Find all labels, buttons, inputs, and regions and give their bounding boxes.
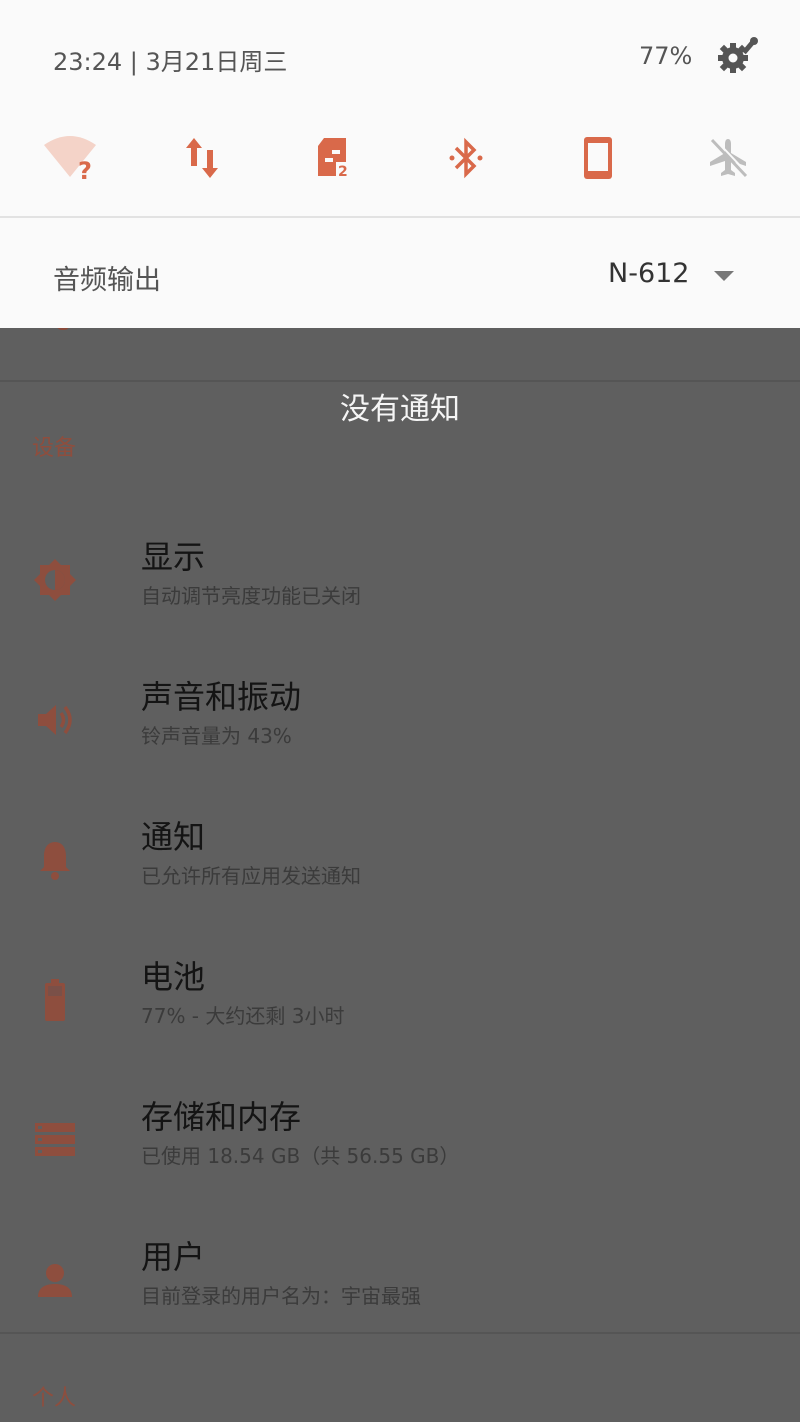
settings-gear-icon[interactable] (716, 36, 760, 76)
quick-tiles-row: ? 2 (0, 128, 800, 188)
wifi-unknown-icon[interactable]: ? (40, 128, 100, 188)
bell-icon (32, 837, 78, 883)
settings-item-title: 存储和内存 (141, 1098, 302, 1136)
no-notifications-text: 没有通知 (340, 392, 460, 427)
status-time-date: 23:24 | 3月21日周三 (53, 48, 288, 76)
settings-item-summary: 77% - 大约还剩 3小时 (141, 1004, 345, 1028)
user-icon (32, 1257, 78, 1303)
sim-card-icon[interactable]: 2 (304, 128, 364, 188)
svg-text:2: 2 (338, 164, 348, 180)
phone-portrait-icon[interactable] (568, 128, 628, 188)
quick-settings-panel: 23:24 | 3月21日周三 77% ? 2 音频输出 N-612 (0, 0, 800, 328)
audio-output-value[interactable]: N-612 (608, 258, 689, 289)
settings-item-summary: 已使用 18.54 GB（共 56.55 GB） (141, 1144, 460, 1168)
chevron-down-icon[interactable] (714, 268, 734, 281)
settings-item-summary: 铃声音量为 43% (141, 724, 292, 748)
section-header-device: 设备 (32, 436, 77, 461)
battery-icon (32, 977, 78, 1023)
settings-item-battery[interactable]: 电池 77% - 大约还剩 3小时 (0, 942, 800, 1082)
settings-item-users[interactable]: 用户 目前登录的用户名为：宇宙最强 (0, 1222, 800, 1362)
settings-item-title: 通知 (141, 818, 206, 856)
storage-icon (32, 1117, 78, 1163)
settings-item-sound[interactable]: 声音和振动 铃声音量为 43% (0, 662, 800, 802)
list-divider (0, 380, 800, 382)
airplane-icon[interactable] (698, 128, 758, 188)
data-arrows-icon[interactable] (172, 128, 232, 188)
settings-item-title: 用户 (141, 1238, 206, 1276)
section-header-personal: 个人 (32, 1386, 77, 1411)
settings-item-title: 电池 (141, 958, 206, 996)
settings-item-title: 声音和振动 (141, 678, 302, 716)
shade-divider (0, 216, 800, 218)
settings-item-summary: 已允许所有应用发送通知 (141, 864, 361, 888)
svg-text:?: ? (78, 157, 92, 183)
settings-item-title: 显示 (141, 538, 206, 576)
settings-item-summary: 目前登录的用户名为：宇宙最强 (141, 1284, 421, 1308)
audio-output-label: 音频输出 (53, 265, 161, 296)
settings-item-notifications[interactable]: 通知 已允许所有应用发送通知 (0, 802, 800, 942)
settings-item-storage[interactable]: 存储和内存 已使用 18.54 GB（共 56.55 GB） (0, 1082, 800, 1222)
bluetooth-icon[interactable] (436, 128, 496, 188)
status-battery-percent: 77% (639, 42, 693, 70)
list-divider (0, 1332, 800, 1334)
brightness-icon (32, 557, 78, 603)
volume-icon (32, 697, 78, 743)
settings-item-summary: 自动调节亮度功能已关闭 (141, 584, 361, 608)
settings-item-display[interactable]: 显示 自动调节亮度功能已关闭 (0, 522, 800, 662)
